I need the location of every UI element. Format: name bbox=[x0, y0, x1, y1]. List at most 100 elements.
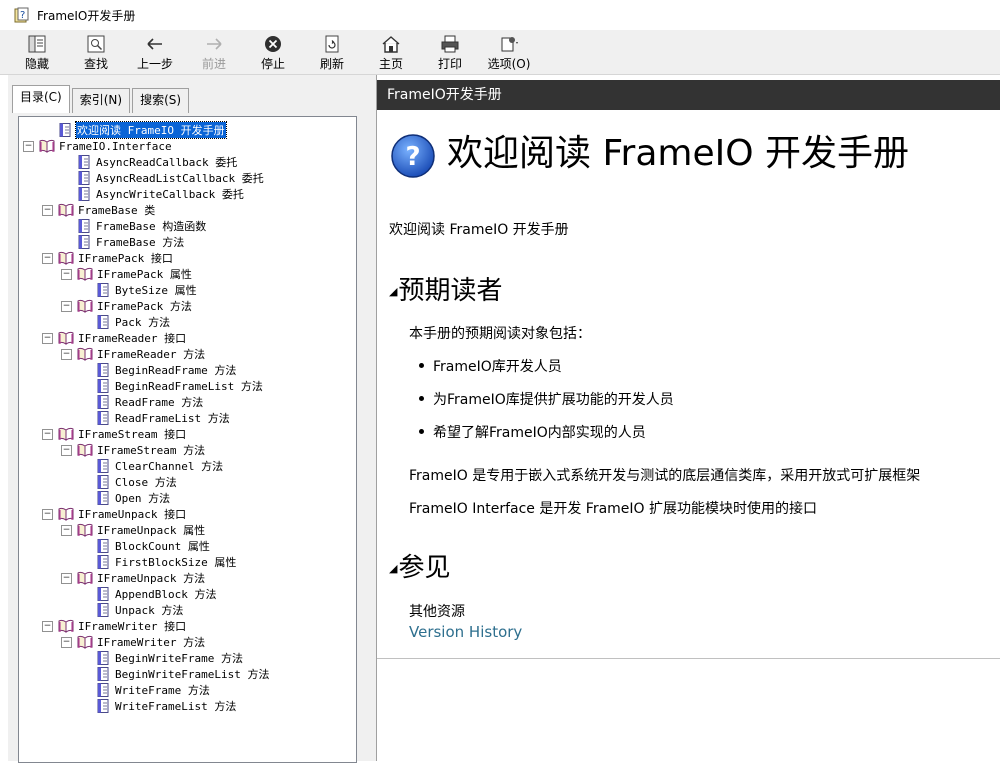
tree-item[interactable]: − IFramePack 属性 bbox=[61, 266, 193, 282]
back-button[interactable]: 上一步 bbox=[128, 32, 182, 72]
tree-item[interactable]: − IFrameReader 接口 bbox=[42, 330, 187, 346]
collapse-toggle-icon[interactable]: − bbox=[42, 204, 53, 216]
home-button[interactable]: 主页 bbox=[364, 32, 418, 72]
tree-item[interactable]: − IFramePack 接口 bbox=[42, 250, 174, 266]
other-resources-label: 其他资源 bbox=[409, 604, 465, 620]
tree-item[interactable]: FirstBlockSize 属性 bbox=[95, 554, 237, 570]
tree-item[interactable]: − IFrameWriter 方法 bbox=[61, 634, 206, 650]
description-2: FrameIO Interface 是开发 FrameIO 扩展功能模块时使用的… bbox=[409, 501, 818, 517]
collapse-toggle-icon[interactable]: − bbox=[61, 348, 72, 360]
collapse-toggle-icon[interactable]: − bbox=[61, 268, 72, 280]
toolbar: 隐藏 查找 上一步 前进 停止 刷新 主页 打印 选项(O) bbox=[0, 30, 1000, 75]
collapse-toggle-icon[interactable]: − bbox=[42, 620, 53, 632]
tree-item-label: FrameBase 类 bbox=[78, 204, 156, 217]
tree-item[interactable]: BeginWriteFrame 方法 bbox=[95, 650, 244, 666]
tree-item[interactable]: FrameBase 方法 bbox=[76, 234, 185, 250]
collapse-toggle-icon[interactable]: − bbox=[61, 524, 72, 536]
stop-label: 停止 bbox=[260, 57, 285, 71]
tree-item[interactable]: − IFrameStream 接口 bbox=[42, 426, 187, 442]
collapse-toggle-icon[interactable]: − bbox=[61, 444, 72, 456]
version-history-link[interactable]: Version History bbox=[409, 623, 522, 641]
tree-item-label: IFrameStream 接口 bbox=[78, 428, 187, 441]
pane-splitter[interactable] bbox=[369, 75, 376, 761]
seealso-heading[interactable]: ◢参见 bbox=[389, 547, 450, 584]
tab-search[interactable]: 搜索(S) bbox=[132, 88, 190, 113]
collapse-toggle-icon[interactable]: − bbox=[61, 636, 72, 648]
collapse-toggle-icon[interactable]: − bbox=[42, 508, 53, 520]
home-icon bbox=[382, 36, 400, 53]
collapse-toggle-icon[interactable]: − bbox=[61, 572, 72, 584]
collapse-toggle-icon[interactable]: − bbox=[61, 300, 72, 312]
tree-item[interactable]: ReadFrameList 方法 bbox=[95, 410, 231, 426]
tree-item[interactable]: ByteSize 属性 bbox=[95, 282, 198, 298]
print-button[interactable]: 打印 bbox=[423, 32, 477, 72]
collapse-toggle-icon[interactable]: − bbox=[42, 428, 53, 440]
back-label: 上一步 bbox=[136, 57, 173, 71]
tree-item[interactable]: AsyncWriteCallback 委托 bbox=[76, 186, 245, 202]
stop-button[interactable]: 停止 bbox=[246, 32, 300, 72]
tree-item[interactable]: BeginReadFrame 方法 bbox=[95, 362, 237, 378]
tree-item[interactable]: Unpack 方法 bbox=[95, 602, 184, 618]
find-label: 查找 bbox=[83, 57, 108, 71]
collapse-toggle-icon[interactable]: − bbox=[42, 252, 53, 264]
topic-title-bar: FrameIO开发手册 bbox=[377, 80, 1000, 110]
help-page-icon bbox=[97, 283, 109, 297]
contents-tree[interactable]: 欢迎阅读 FrameIO 开发手册 − FrameIO.Interface Async… bbox=[18, 116, 357, 763]
audience-heading[interactable]: ◢预期读者 bbox=[389, 270, 502, 307]
printer-icon bbox=[441, 35, 459, 53]
forward-label: 前进 bbox=[201, 57, 226, 71]
options-button[interactable]: 选项(O) bbox=[482, 32, 536, 72]
tree-item-label: BeginReadFrameList 方法 bbox=[115, 380, 263, 393]
tree-item-label: AsyncReadCallback 委托 bbox=[96, 156, 238, 169]
help-page-icon bbox=[78, 219, 90, 233]
help-page-icon bbox=[59, 123, 71, 137]
tree-item[interactable]: − IFramePack 方法 bbox=[61, 298, 193, 314]
help-page-icon bbox=[97, 699, 109, 713]
tree-item[interactable]: Pack 方法 bbox=[95, 314, 171, 330]
collapse-toggle-icon[interactable]: − bbox=[23, 140, 34, 152]
tree-item[interactable]: − IFrameUnpack 属性 bbox=[61, 522, 206, 538]
tree-item[interactable]: BeginReadFrameList 方法 bbox=[95, 378, 264, 394]
tree-item[interactable]: − IFrameStream 方法 bbox=[61, 442, 206, 458]
tree-item[interactable]: AsyncReadListCallback 委托 bbox=[76, 170, 265, 186]
page-title: 欢迎阅读 FrameIO 开发手册 bbox=[447, 133, 910, 174]
tree-item[interactable]: WriteFrameList 方法 bbox=[95, 698, 237, 714]
tree-item[interactable]: − IFrameUnpack 接口 bbox=[42, 506, 187, 522]
forward-arrow-icon bbox=[207, 38, 222, 50]
refresh-button[interactable]: 刷新 bbox=[305, 32, 359, 72]
tree-item[interactable]: ReadFrame 方法 bbox=[95, 394, 204, 410]
tree-item[interactable]: − IFrameUnpack 方法 bbox=[61, 570, 206, 586]
tree-item[interactable]: AppendBlock 方法 bbox=[95, 586, 217, 602]
tree-item-label: AsyncWriteCallback 委托 bbox=[96, 188, 244, 201]
tree-item[interactable]: WriteFrame 方法 bbox=[95, 682, 211, 698]
collapse-toggle-icon[interactable]: − bbox=[42, 332, 53, 344]
help-page-icon bbox=[97, 475, 109, 489]
tab-contents[interactable]: 目录(C) bbox=[12, 85, 70, 113]
tree-item[interactable]: Open 方法 bbox=[95, 490, 171, 506]
tree-item[interactable]: ClearChannel 方法 bbox=[95, 458, 224, 474]
open-book-icon bbox=[77, 635, 93, 649]
tree-item[interactable]: FrameBase 构造函数 bbox=[76, 218, 207, 234]
back-arrow-icon bbox=[147, 38, 162, 50]
tree-item[interactable]: − IFrameWriter 接口 bbox=[42, 618, 187, 634]
tree-item-label: ClearChannel 方法 bbox=[115, 460, 224, 473]
tree-item[interactable]: Close 方法 bbox=[95, 474, 178, 490]
find-button[interactable]: 查找 bbox=[69, 32, 123, 72]
tree-item[interactable]: BlockCount 属性 bbox=[95, 538, 211, 554]
forward-button[interactable]: 前进 bbox=[187, 32, 241, 72]
tab-index[interactable]: 索引(N) bbox=[71, 88, 131, 113]
tree-item-label: Open 方法 bbox=[115, 492, 171, 505]
tree-item-label: Unpack 方法 bbox=[115, 604, 184, 617]
tree-item[interactable]: − FrameBase 类 bbox=[42, 202, 156, 218]
tree-item[interactable]: − FrameIO.Interface bbox=[23, 138, 173, 154]
tree-item[interactable]: 欢迎阅读 FrameIO 开发手册 bbox=[57, 121, 227, 139]
tree-item[interactable]: BeginWriteFrameList 方法 bbox=[95, 666, 270, 682]
help-page-icon bbox=[97, 395, 109, 409]
tree-item-label: IFramePack 方法 bbox=[97, 300, 192, 313]
tree-item-label: FrameBase 构造函数 bbox=[96, 220, 207, 233]
tree-item[interactable]: − IFrameReader 方法 bbox=[61, 346, 206, 362]
tree-item-label: BeginWriteFrame 方法 bbox=[115, 652, 243, 665]
tree-item[interactable]: AsyncReadCallback 委托 bbox=[76, 154, 238, 170]
help-page-icon bbox=[97, 587, 109, 601]
hide-button[interactable]: 隐藏 bbox=[10, 32, 64, 72]
